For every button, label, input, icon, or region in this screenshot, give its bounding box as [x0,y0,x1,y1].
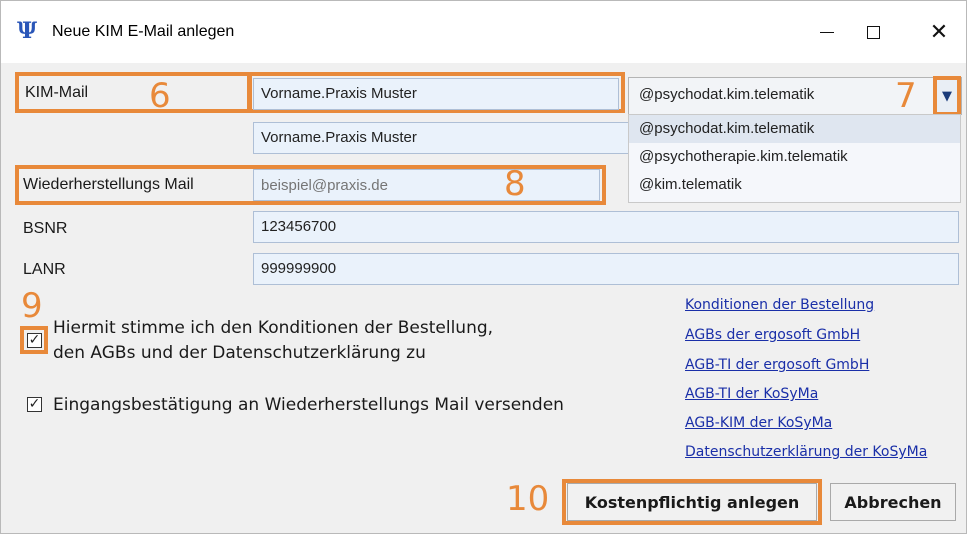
recovery-mail-label: Wiederherstellungs Mail [23,176,194,193]
callout-number-10: 10 [506,479,550,519]
close-button[interactable]: ✕ [919,15,959,49]
lanr-input[interactable]: 999999900 [253,253,959,285]
domain-select-value: @psychodat.kim.telematik [639,86,815,103]
bsnr-input[interactable]: 123456700 [253,211,959,243]
link-agb-ti-ergosoft[interactable]: AGB-TI der ergosoft GmbH [685,357,869,373]
callout-number-7: 7 [895,76,917,116]
callout-number-8: 8 [504,164,526,204]
link-konditionen[interactable]: Konditionen der Bestellung [685,297,874,313]
cancel-button[interactable]: Abbrechen [830,483,956,521]
consent-text-line2: den AGBs und der Datenschutzerklärung zu [53,343,426,363]
receipt-checkbox-label: Eingangsbestätigung an Wiederherstellung… [53,395,564,415]
window-title: Neue KIM E-Mail anlegen [52,23,235,40]
chevron-down-icon: ▼ [942,88,952,104]
domain-dropdown-list: @psychodat.kim.telematik @psychotherapie… [628,114,961,203]
minimize-icon [820,31,834,33]
kim-mail-label: KIM-Mail [25,84,89,101]
create-paid-button[interactable]: Kostenpflichtig anlegen [567,483,817,521]
close-icon: ✕ [929,19,949,45]
dropdown-option-kim[interactable]: @kim.telematik [629,171,960,199]
consent-text-line1: Hiermit stimme ich den Konditionen der B… [53,318,494,338]
link-datenschutz-kosyma[interactable]: Datenschutzerklärung der KoSyMa [685,444,927,460]
callout-number-9: 9 [21,286,43,326]
lanr-label: LANR [23,261,66,278]
dialog-window: Ψ Neue KIM E-Mail anlegen ✕ KIM-Mail 6 V… [0,0,967,534]
psi-app-icon: Ψ [16,18,38,44]
maximize-icon [866,25,880,39]
title-bar[interactable]: Ψ Neue KIM E-Mail anlegen ✕ [1,1,966,63]
link-agb-ergosoft[interactable]: AGBs der ergosoft GmbH [685,327,860,343]
consent-checkbox[interactable]: ✓ [27,333,42,348]
dropdown-option-psychotherapie[interactable]: @psychotherapie.kim.telematik [629,143,960,171]
minimize-button[interactable] [807,15,847,49]
maximize-button[interactable] [853,15,893,49]
kim-mail-input[interactable]: Vorname.Praxis Muster [253,78,619,110]
recovery-mail-input[interactable] [253,169,600,201]
callout-number-6: 6 [149,76,171,116]
dropdown-option-psychodat[interactable]: @psychodat.kim.telematik [629,115,960,143]
kim-mail-display-field[interactable]: Vorname.Praxis Muster [253,122,633,154]
link-agb-kim-kosyma[interactable]: AGB-KIM der KoSyMa [685,415,832,431]
domain-dropdown-button[interactable]: ▼ [933,76,961,116]
bsnr-label: BSNR [23,220,68,237]
receipt-checkbox[interactable]: ✓ [27,397,42,412]
link-agb-ti-kosyma[interactable]: AGB-TI der KoSyMa [685,386,818,402]
